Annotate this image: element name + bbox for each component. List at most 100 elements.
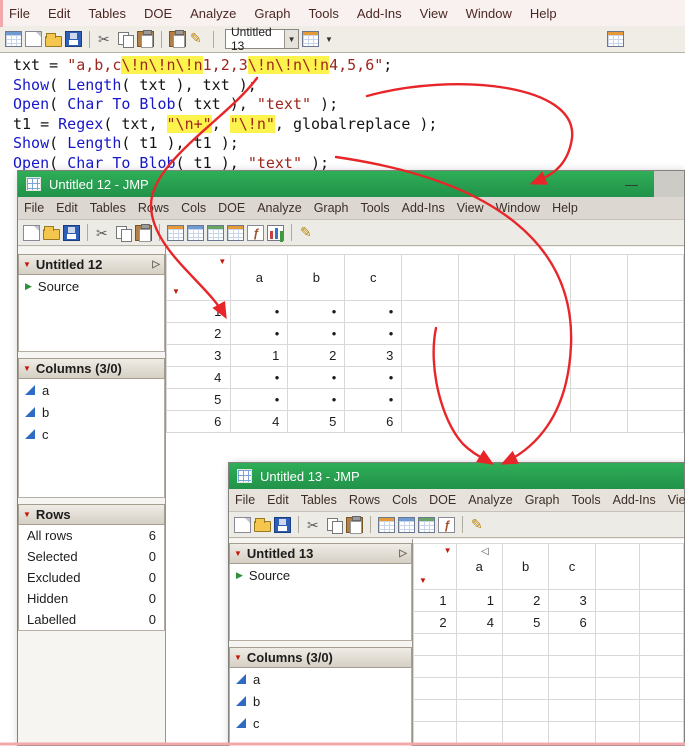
copy-icon[interactable]	[326, 517, 343, 534]
untitled13-titlebar[interactable]: Untitled 13 - JMP	[229, 463, 684, 489]
data-cell[interactable]: 5	[501, 611, 550, 634]
menu-item-tools[interactable]: Tools	[354, 201, 395, 215]
new-page-icon[interactable]	[25, 31, 42, 47]
script-editor[interactable]: txt = "a,b,c\!n\!n\!n1,2,3\!n\!n\!n4,5,6…	[0, 53, 685, 174]
data-cell[interactable]: 1	[455, 589, 503, 612]
menu-item-rows[interactable]: Rows	[132, 201, 175, 215]
minimize-button[interactable]: —	[625, 177, 638, 192]
row-number[interactable]: 3	[166, 344, 232, 367]
paste-icon[interactable]	[346, 515, 363, 534]
paste-icon[interactable]	[137, 30, 154, 48]
source-disclosure-icon[interactable]: ▶	[25, 282, 32, 291]
open-icon[interactable]	[45, 32, 62, 47]
data-cell[interactable]: 3	[344, 344, 403, 367]
rows-menu-icon[interactable]: ▼	[172, 288, 180, 296]
menu-item-graph[interactable]: Graph	[245, 6, 299, 21]
pen-icon[interactable]	[299, 224, 316, 241]
column-item-c[interactable]: c	[19, 423, 164, 445]
save-icon[interactable]	[274, 516, 291, 533]
save-icon[interactable]	[63, 224, 80, 241]
row-number[interactable]: 4	[166, 366, 232, 389]
menu-item-file[interactable]: File	[0, 6, 39, 21]
clipboard-icon[interactable]	[169, 30, 186, 48]
menu-item-file[interactable]: File	[229, 493, 261, 507]
formula-icon[interactable]	[247, 224, 264, 241]
row-number[interactable]: 1	[166, 300, 232, 323]
menu-item-graph[interactable]: Graph	[308, 201, 355, 215]
row-number[interactable]: 6	[166, 410, 232, 433]
data-cell[interactable]: •	[230, 322, 289, 345]
rows-panel-header[interactable]: ▼ Rows	[18, 504, 165, 525]
column-item-a[interactable]: a	[230, 668, 411, 690]
menu-item-addins[interactable]: Add-Ins	[348, 6, 411, 21]
data-cell[interactable]: •	[287, 388, 346, 411]
menu-item-file[interactable]: File	[18, 201, 50, 215]
menu-item-edit[interactable]: Edit	[50, 201, 84, 215]
cut-icon[interactable]	[95, 225, 112, 241]
data-cell[interactable]: •	[230, 388, 289, 411]
menu-item-view[interactable]: View	[411, 6, 457, 21]
column-item-b[interactable]: b	[230, 690, 411, 712]
columns-menu-icon[interactable]: ▼	[444, 547, 452, 555]
new-page-icon[interactable]	[234, 516, 251, 533]
menu-item-window[interactable]: Window	[490, 201, 546, 215]
menu-item-tables[interactable]: Tables	[295, 493, 343, 507]
data-cell[interactable]: •	[344, 322, 403, 345]
menu-item-edit[interactable]: Edit	[261, 493, 295, 507]
source-item[interactable]: ▶ Source	[230, 564, 411, 587]
columns-menu-icon[interactable]: ▼	[218, 258, 226, 266]
menu-item-graph[interactable]: Graph	[519, 493, 566, 507]
menu-item-rows[interactable]: Rows	[343, 493, 386, 507]
source-disclosure-icon[interactable]: ▶	[236, 571, 243, 580]
menu-item-analyze[interactable]: Analyze	[462, 493, 518, 507]
menu-item-tools[interactable]: Tools	[300, 6, 348, 21]
menu-item-tools[interactable]: Tools	[565, 493, 606, 507]
menu-item-doe[interactable]: DOE	[423, 493, 462, 507]
row-number[interactable]: 1	[413, 589, 457, 612]
column-item-b[interactable]: b	[19, 401, 164, 423]
menu-item-window[interactable]: Window	[457, 6, 521, 21]
table-panel-header[interactable]: ▼ Untitled 13 ▷	[229, 543, 412, 564]
row-number[interactable]: 2	[166, 322, 232, 345]
menu-item-cols[interactable]: Cols	[386, 493, 423, 507]
menu-item-analyze[interactable]: Analyze	[251, 201, 307, 215]
column-header-c[interactable]: c	[548, 543, 596, 590]
menu-item-view[interactable]: View	[451, 201, 490, 215]
data-cell[interactable]: 6	[344, 410, 403, 433]
data-cell[interactable]: •	[287, 300, 346, 323]
red-dropdown-icon[interactable]: ▼	[234, 653, 242, 662]
cut-icon[interactable]	[306, 517, 323, 533]
red-dropdown-icon[interactable]: ▼	[23, 364, 31, 373]
red-dropdown-icon[interactable]: ▼	[234, 549, 242, 558]
table-o2-icon[interactable]	[227, 224, 244, 241]
data-cell[interactable]: •	[230, 300, 289, 323]
menu-item-view[interactable]: View	[662, 493, 685, 507]
menu-item-addins[interactable]: Add-Ins	[396, 201, 451, 215]
data-cell[interactable]: 1	[230, 344, 289, 367]
table-list-button[interactable]	[302, 31, 319, 47]
table-g-icon[interactable]	[207, 224, 224, 241]
grid-corner[interactable]: ▼ ▼	[166, 254, 232, 301]
data-cell[interactable]: 3	[548, 589, 596, 612]
table-g-icon[interactable]	[418, 516, 435, 533]
table-list-dropdown-icon[interactable]: ▼	[322, 35, 336, 44]
panel-collapse-icon[interactable]: ▷	[399, 548, 407, 559]
column-header-a[interactable]: a	[230, 254, 289, 301]
data-cell[interactable]: •	[230, 366, 289, 389]
window-list-combobox[interactable]: Untitled 13 ▼	[225, 25, 299, 53]
open-icon[interactable]	[254, 518, 271, 532]
menu-item-addins[interactable]: Add-Ins	[607, 493, 662, 507]
untitled13-data-grid[interactable]: ◁ ▼ ▼ a b c 1 1 2 3 2 4 5 6	[413, 539, 684, 745]
row-number[interactable]: 5	[166, 388, 232, 411]
pen-icon[interactable]	[470, 516, 487, 533]
columns-panel-header[interactable]: ▼ Columns (3/0)	[229, 647, 412, 668]
table-panel-header[interactable]: ▼ Untitled 12 ▷	[18, 254, 165, 275]
menu-item-edit[interactable]: Edit	[39, 6, 79, 21]
column-item-a[interactable]: a	[19, 379, 164, 401]
table-b-icon[interactable]	[187, 224, 204, 241]
rows-menu-icon[interactable]: ▼	[419, 577, 427, 585]
column-header-b[interactable]: b	[501, 543, 550, 590]
columns-panel-header[interactable]: ▼ Columns (3/0)	[18, 358, 165, 379]
data-table-icon[interactable]	[607, 31, 624, 47]
data-cell[interactable]: •	[344, 366, 403, 389]
